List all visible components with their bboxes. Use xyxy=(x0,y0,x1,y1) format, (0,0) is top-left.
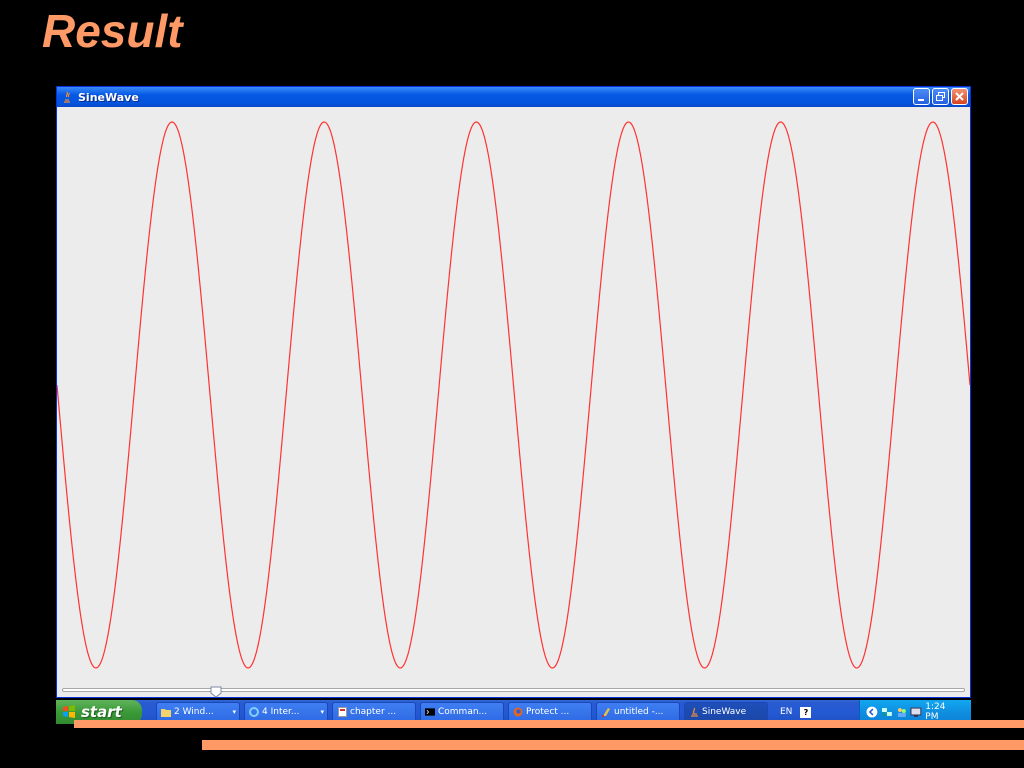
users-icon[interactable] xyxy=(896,706,908,718)
windows-flag-icon xyxy=(63,705,75,718)
decorative-line-top xyxy=(74,720,1024,728)
taskbar-button-label: Protect ... xyxy=(526,707,570,717)
clock: 1:24 PM xyxy=(925,702,946,722)
monitor-icon[interactable] xyxy=(910,706,922,718)
document-icon xyxy=(337,707,347,717)
taskbar-button-chapter[interactable]: chapter ... xyxy=(332,702,416,722)
folder-icon xyxy=(161,707,171,717)
window-title-bar[interactable]: SineWave xyxy=(57,87,970,107)
chevron-down-icon: ▾ xyxy=(232,708,236,716)
java-icon xyxy=(61,91,73,103)
taskbar-buttons: 2 Wind... ▾ 4 Inter... ▾ chapter ... Com… xyxy=(156,702,768,722)
taskbar-button-windows-explorer[interactable]: 2 Wind... ▾ xyxy=(156,702,240,722)
taskbar-button-paint[interactable]: untitled -... xyxy=(596,702,680,722)
window-controls xyxy=(913,88,968,105)
sine-wave-canvas xyxy=(57,107,970,682)
minimize-icon xyxy=(918,99,924,101)
taskbar-button-label: SineWave xyxy=(702,707,747,717)
sine-wave-curve xyxy=(57,121,970,669)
paint-icon xyxy=(601,707,611,717)
java-icon xyxy=(689,707,699,717)
close-button[interactable] xyxy=(951,88,968,105)
taskbar-button-sinewave[interactable]: SineWave xyxy=(684,702,768,722)
command-prompt-icon xyxy=(425,707,435,717)
taskbar-button-label: Comman... xyxy=(438,707,488,717)
chevron-down-icon: ▾ xyxy=(320,708,324,716)
window-title: SineWave xyxy=(78,90,139,104)
language-indicator[interactable]: EN xyxy=(780,707,792,717)
frequency-slider-track[interactable] xyxy=(62,688,965,692)
taskbar-button-label: 2 Wind... xyxy=(174,707,214,717)
taskbar-button-label: 4 Inter... xyxy=(262,707,300,717)
sine-wave-plot xyxy=(57,121,970,669)
frequency-slider-thumb[interactable] xyxy=(210,683,222,698)
taskbar-button-internet-explorer[interactable]: 4 Inter... ▾ xyxy=(244,702,328,722)
decorative-line-bottom xyxy=(202,740,1024,750)
taskbar-button-label: chapter ... xyxy=(350,707,397,717)
internet-explorer-icon xyxy=(249,707,259,717)
taskbar-button-label: untitled -... xyxy=(614,707,664,717)
chevron-left-icon[interactable] xyxy=(866,706,878,718)
sinewave-window: SineWave xyxy=(56,86,971,698)
restore-icon xyxy=(936,92,945,101)
restore-button[interactable] xyxy=(932,88,949,105)
network-icon[interactable] xyxy=(881,706,893,718)
slide-title: Result xyxy=(42,5,183,57)
taskbar-button-firefox[interactable]: Protect ... xyxy=(508,702,592,722)
start-label: start xyxy=(81,703,122,721)
close-icon xyxy=(955,92,964,101)
firefox-icon xyxy=(513,707,523,717)
help-icon[interactable]: ? xyxy=(800,706,812,718)
minimize-button[interactable] xyxy=(913,88,930,105)
taskbar-button-command-prompt[interactable]: Comman... xyxy=(420,702,504,722)
